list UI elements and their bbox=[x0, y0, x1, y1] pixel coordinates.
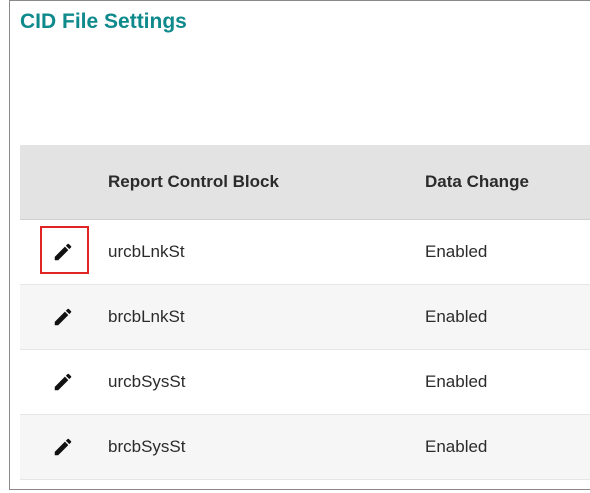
table-row: brcbSysSt Enabled bbox=[20, 415, 590, 480]
rcb-name: urcbLnkSt bbox=[108, 242, 185, 261]
pencil-edit-icon[interactable] bbox=[50, 369, 76, 395]
header-data-change[interactable]: Data Change bbox=[425, 145, 529, 219]
data-change-value: Enabled bbox=[425, 307, 488, 326]
table-row: urcbLnkSt Enabled bbox=[20, 220, 590, 285]
table-row: brcbLnkSt Enabled bbox=[20, 285, 590, 350]
row-action-cell bbox=[20, 415, 106, 479]
data-change-value: Enabled bbox=[425, 437, 488, 456]
table-row: urcbSysSt Enabled bbox=[20, 350, 590, 415]
data-change-value: Enabled bbox=[425, 242, 488, 261]
row-action-cell bbox=[20, 285, 106, 349]
report-control-block-table: Report Control Block Data Change urcbLnk… bbox=[20, 145, 590, 480]
rcb-name: brcbLnkSt bbox=[108, 307, 185, 326]
edit-highlight-box bbox=[40, 226, 89, 274]
data-change-value: Enabled bbox=[425, 372, 488, 391]
rcb-name: urcbSysSt bbox=[108, 372, 186, 391]
pencil-edit-icon[interactable] bbox=[50, 304, 76, 330]
header-report-control-block[interactable]: Report Control Block bbox=[108, 145, 279, 219]
row-action-cell bbox=[20, 350, 106, 414]
pencil-edit-icon[interactable] bbox=[50, 434, 76, 460]
header-icon-column bbox=[20, 145, 106, 219]
table-header: Report Control Block Data Change bbox=[20, 145, 590, 220]
rcb-name: brcbSysSt bbox=[108, 437, 186, 456]
page-title: CID File Settings bbox=[20, 10, 187, 33]
